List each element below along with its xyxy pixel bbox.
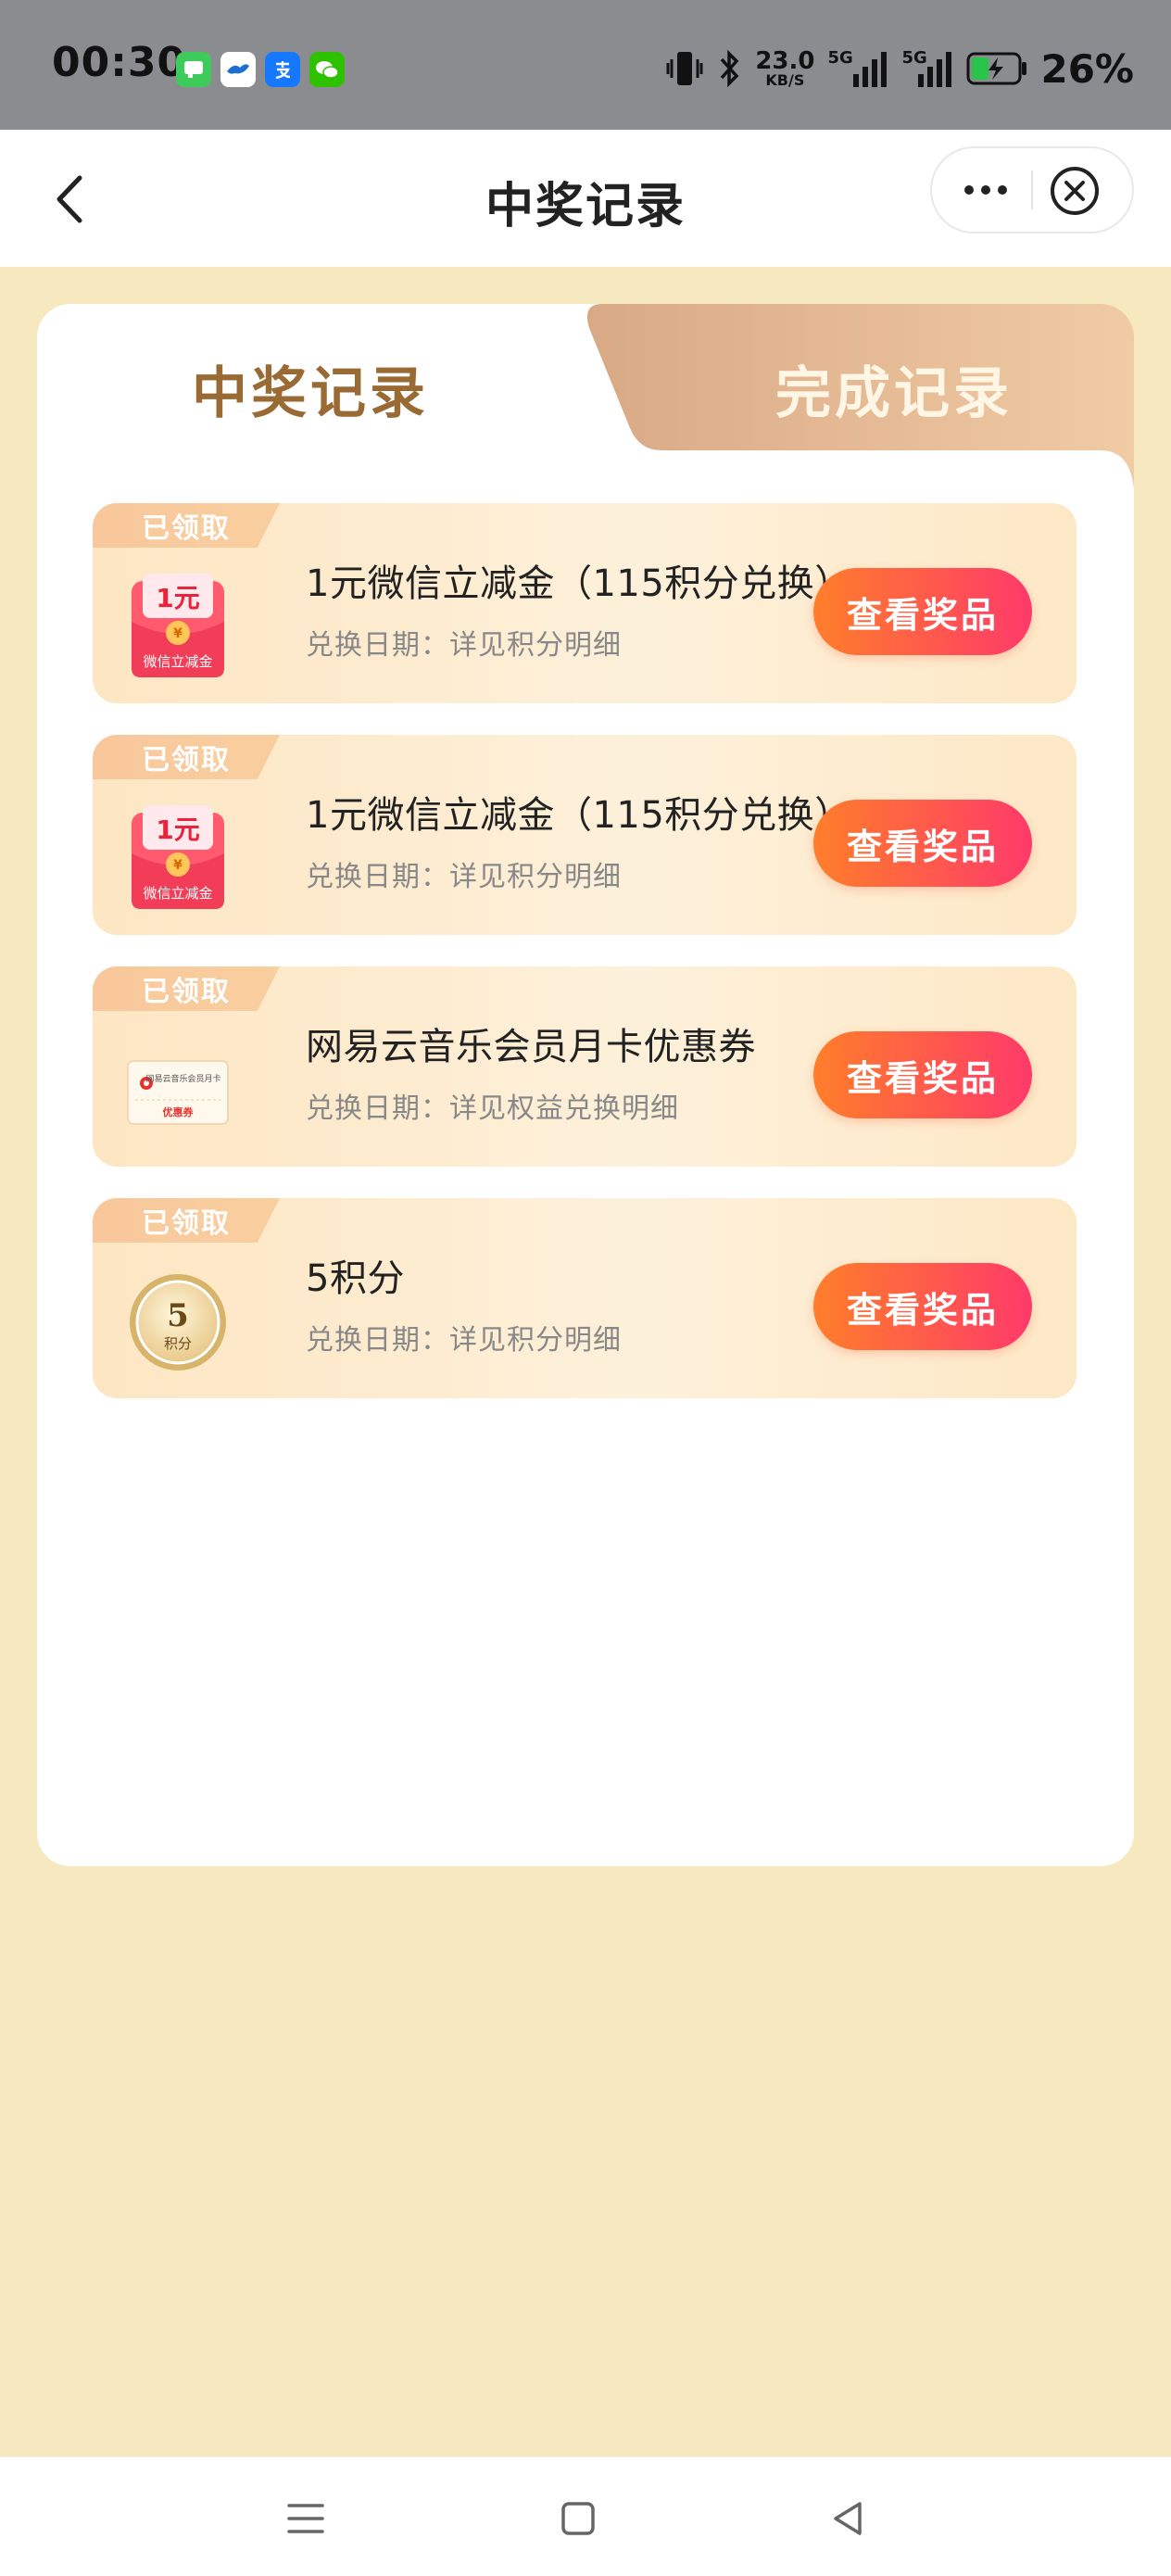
record-title: 1元微信立减金（115积分兑换） xyxy=(306,794,852,837)
bird-app-icon xyxy=(220,52,256,87)
messages-app-icon xyxy=(176,52,211,87)
thumb-amount: 1元 xyxy=(156,583,199,613)
menu-icon[interactable] xyxy=(280,2493,332,2544)
view-prize-button[interactable]: 查看奖品 xyxy=(813,800,1032,887)
tab-completed-records[interactable]: 完成记录 xyxy=(686,348,1102,429)
points-coin-icon: 5 积分 xyxy=(130,1274,226,1370)
network-speed-value: 23.0 xyxy=(755,47,815,75)
record-title: 1元微信立减金（115积分兑换） xyxy=(306,562,852,605)
thumb-coupon-text: 网易云音乐会员月卡 xyxy=(145,1073,220,1084)
thumb-caption: 微信立减金 xyxy=(143,885,212,902)
record-item: 已领取 网易云音乐会员月卡 优惠券 网易云音乐会员月卡优惠券 兑换日期：详见权益… xyxy=(93,966,1077,1167)
thumb-caption: 微信立减金 xyxy=(143,653,212,670)
status-indicators: 23.0 KB/S 5G 5G 26% xyxy=(666,44,1134,93)
more-dot xyxy=(964,185,974,195)
network-type-label: 5G xyxy=(901,48,927,68)
system-nav-bar xyxy=(0,2456,1171,2576)
home-icon[interactable] xyxy=(552,2493,604,2544)
svg-text:¥: ¥ xyxy=(173,626,183,641)
claimed-badge: 已领取 xyxy=(93,735,280,779)
record-date: 兑换日期：详见权益兑换明细 xyxy=(306,1092,679,1125)
tab-bar: 中奖记录 完成记录 xyxy=(37,304,1134,489)
more-dot xyxy=(981,185,990,195)
network-speed-unit: KB/S xyxy=(765,71,805,89)
status-bar: 00:30 23.0 KB/S 5G 5G 26% xyxy=(0,0,1171,130)
more-button[interactable] xyxy=(949,169,1023,211)
claimed-badge: 已领取 xyxy=(93,1198,280,1243)
record-date: 兑换日期：详见积分明细 xyxy=(306,1324,622,1357)
alipay-app-icon xyxy=(265,52,300,87)
network-type-label: 5G xyxy=(827,48,853,68)
close-circle-icon xyxy=(1051,167,1099,215)
tab-winning-records[interactable]: 中奖记录 xyxy=(37,348,584,429)
record-item: 已领取 5 积分 5积分 兑换日期：详见积分明细 查看奖品 xyxy=(93,1198,1077,1398)
battery-percentage: 26% xyxy=(1040,45,1134,92)
record-title: 5积分 xyxy=(306,1257,405,1300)
record-item: 已领取 ¥ 1元 微信立减金 1元微信立减金（115积分兑换） 兑换日期：详见积… xyxy=(93,735,1077,935)
red-envelope-icon: ¥ 1元 微信立减金 xyxy=(132,805,224,909)
bluetooth-icon xyxy=(721,49,739,88)
svg-text:¥: ¥ xyxy=(173,858,183,873)
wechat-app-icon xyxy=(309,52,345,87)
record-item: 已领取 ¥ 1元 微信立减金 1元微信立减金（115积分兑换） 兑换日期：详见积… xyxy=(93,503,1077,703)
claimed-badge: 已领取 xyxy=(93,503,280,548)
close-button[interactable] xyxy=(1049,165,1101,217)
view-prize-button[interactable]: 查看奖品 xyxy=(813,568,1032,655)
more-dot xyxy=(998,185,1007,195)
records-card: 中奖记录 完成记录 已领取 ¥ 1元 微信立减金 1元微信立减金（115积分兑换… xyxy=(37,304,1134,1866)
coupon-ticket-icon: 网易云音乐会员月卡 优惠券 xyxy=(127,1060,229,1125)
thumb-caption: 优惠券 xyxy=(163,1105,195,1118)
red-envelope-icon: ¥ 1元 微信立减金 xyxy=(132,574,224,677)
thumb-amount: 1元 xyxy=(156,814,199,845)
thumb-points-value: 5 xyxy=(167,1297,189,1334)
vibrate-icon xyxy=(666,52,703,85)
record-title: 网易云音乐会员月卡优惠券 xyxy=(306,1026,756,1068)
records-list: 已领取 ¥ 1元 微信立减金 1元微信立减金（115积分兑换） 兑换日期：详见积… xyxy=(93,503,1077,1430)
record-date: 兑换日期：详见积分明细 xyxy=(306,629,622,662)
capsule-divider xyxy=(1031,170,1033,209)
network-speed: 23.0 KB/S xyxy=(755,49,814,88)
claimed-badge: 已领取 xyxy=(93,966,280,1011)
record-date: 兑换日期：详见积分明细 xyxy=(306,861,622,893)
back-triangle-icon[interactable] xyxy=(823,2493,875,2544)
view-prize-button[interactable]: 查看奖品 xyxy=(813,1263,1032,1350)
thumb-caption: 积分 xyxy=(164,1335,192,1352)
nav-bar: 中奖记录 xyxy=(0,130,1171,267)
status-time: 00:30 xyxy=(52,39,187,86)
battery-icon xyxy=(966,52,1027,85)
miniprogram-capsule xyxy=(930,146,1134,234)
view-prize-button[interactable]: 查看奖品 xyxy=(813,1031,1032,1118)
signal-5g-primary: 5G xyxy=(827,48,888,89)
signal-5g-secondary: 5G xyxy=(901,48,953,89)
